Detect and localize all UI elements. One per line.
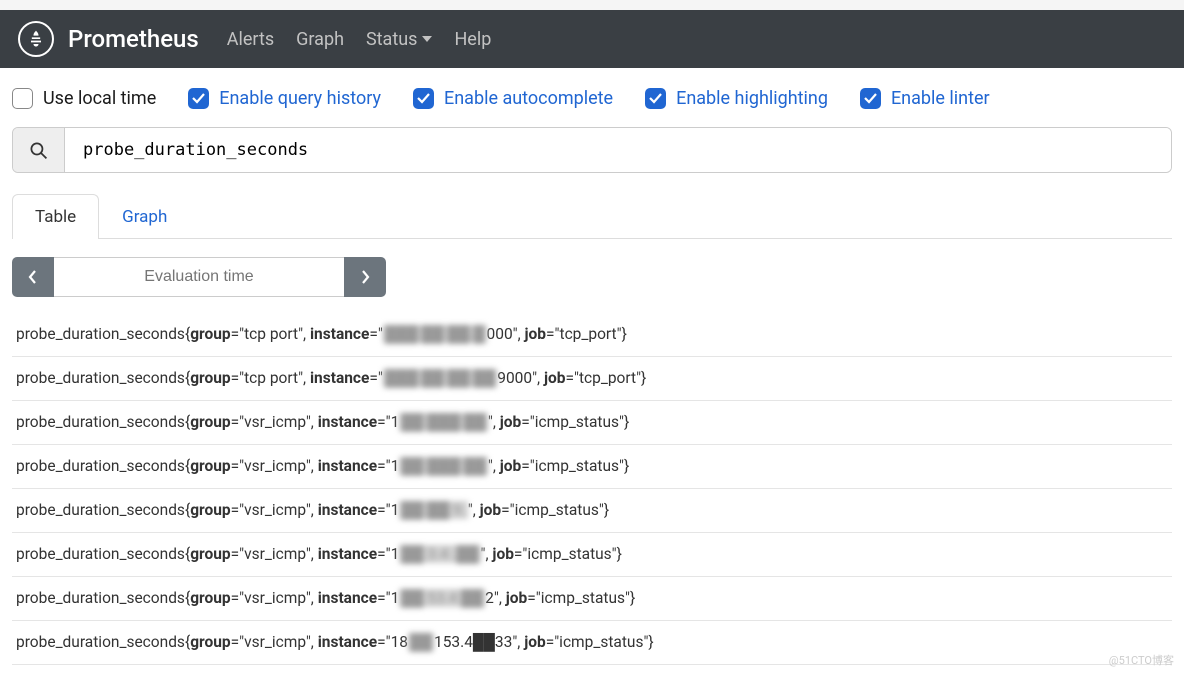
navbar: Prometheus Alerts Graph Status Help (0, 0, 1184, 68)
results-table: probe_duration_seconds{group="tcp port",… (12, 313, 1172, 665)
option-query-history[interactable]: Enable query history (188, 88, 381, 109)
option-linter[interactable]: Enable linter (860, 88, 990, 109)
prometheus-logo-icon (18, 21, 54, 57)
nav-status[interactable]: Status (366, 29, 432, 50)
table-row[interactable]: probe_duration_seconds{group="vsr_icmp",… (12, 489, 1172, 533)
nav-graph[interactable]: Graph (296, 29, 344, 50)
query-input[interactable] (65, 128, 1171, 172)
table-row[interactable]: probe_duration_seconds{group="vsr_icmp",… (12, 401, 1172, 445)
evaluation-time-row (12, 257, 1172, 297)
nav-links: Alerts Graph Status Help (227, 29, 492, 50)
tab-graph[interactable]: Graph (99, 194, 190, 239)
tab-table[interactable]: Table (12, 194, 99, 239)
chevron-left-icon (28, 270, 38, 284)
checkbox-icon[interactable] (413, 88, 434, 109)
watermark: @51CTO博客 (1109, 652, 1174, 668)
chevron-right-icon (360, 270, 370, 284)
brand[interactable]: Prometheus (18, 21, 199, 57)
checkbox-icon[interactable] (12, 88, 33, 109)
options-bar: Use local time Enable query history Enab… (0, 68, 1184, 127)
search-icon[interactable] (13, 128, 65, 172)
nav-alerts[interactable]: Alerts (227, 29, 274, 50)
checkbox-icon[interactable] (188, 88, 209, 109)
option-autocomplete[interactable]: Enable autocomplete (413, 88, 613, 109)
option-use-local-time[interactable]: Use local time (12, 88, 156, 109)
caret-down-icon (422, 36, 432, 42)
checkbox-icon[interactable] (645, 88, 666, 109)
evaluation-time-input[interactable] (54, 257, 344, 297)
table-row[interactable]: probe_duration_seconds{group="tcp port",… (12, 357, 1172, 401)
brand-text: Prometheus (68, 25, 199, 53)
eval-next-button[interactable] (344, 257, 386, 297)
nav-help[interactable]: Help (454, 29, 491, 50)
eval-prev-button[interactable] (12, 257, 54, 297)
table-row[interactable]: probe_duration_seconds{group="vsr_icmp",… (12, 621, 1172, 665)
table-row[interactable]: probe_duration_seconds{group="tcp port",… (12, 313, 1172, 357)
result-tabs: Table Graph (12, 193, 1172, 239)
option-highlighting[interactable]: Enable highlighting (645, 88, 828, 109)
query-bar (12, 127, 1172, 173)
table-row[interactable]: probe_duration_seconds{group="vsr_icmp",… (12, 577, 1172, 621)
table-row[interactable]: probe_duration_seconds{group="vsr_icmp",… (12, 533, 1172, 577)
table-row[interactable]: probe_duration_seconds{group="vsr_icmp",… (12, 445, 1172, 489)
checkbox-icon[interactable] (860, 88, 881, 109)
